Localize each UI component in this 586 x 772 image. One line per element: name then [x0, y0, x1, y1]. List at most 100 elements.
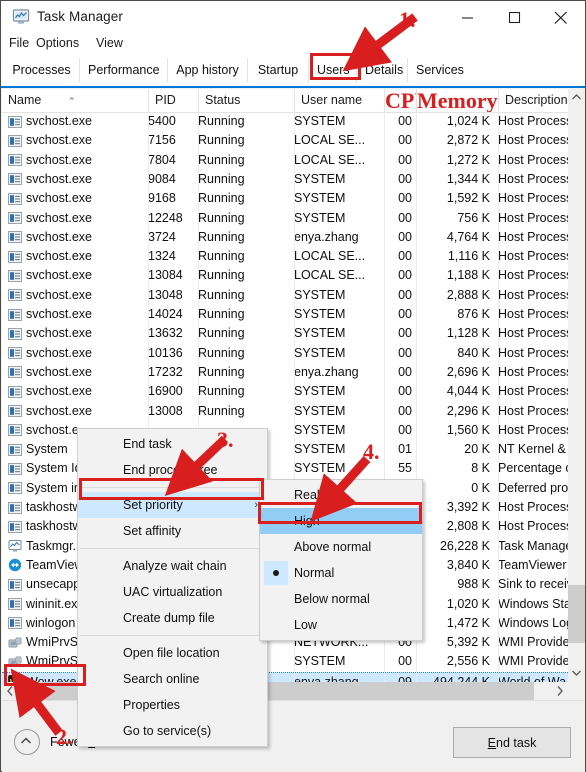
process-description: Host Process: [498, 191, 570, 206]
context-menu-item-end-task[interactable]: End task: [78, 431, 267, 457]
table-row[interactable]: svchost.exe 7156 Running LOCAL SE... 00 2,872…: [2, 131, 570, 150]
menu-options[interactable]: Options: [36, 36, 79, 50]
table-row[interactable]: svchost.exe 16900 Running SYSTEM 00 4,044 K Ho…: [2, 382, 570, 401]
process-memory: 3,392 K: [446, 500, 490, 514]
table-row[interactable]: svchost.exe 13632 Running SYSTEM 00 1,128 K Ho…: [2, 324, 570, 343]
tab-label: App history: [176, 63, 239, 77]
context-menu-item-create-dump-file[interactable]: Create dump file: [78, 605, 267, 631]
process-status: Running: [198, 133, 245, 148]
close-button[interactable]: [538, 1, 584, 34]
process-user: enya.zhang: [294, 674, 359, 682]
context-menu-item-label: Create dump file: [123, 611, 215, 625]
process-pid: 13632: [148, 326, 183, 341]
context-menu-item-end-process-tree[interactable]: End process tree: [78, 457, 267, 483]
context-menu-item-set-priority[interactable]: Set priority ›: [78, 492, 267, 518]
tab-label: Users: [317, 63, 350, 77]
tab-services[interactable]: Services: [407, 58, 464, 83]
process-pid: 3724: [148, 229, 176, 244]
process-pid: 13048: [148, 287, 183, 302]
priority-submenu[interactable]: Realtime High Above normal Normal Below norm…: [259, 479, 423, 641]
priority-option-label: Realtime: [294, 488, 344, 502]
scroll-up-icon[interactable]: [568, 89, 585, 106]
column-header-cpu[interactable]: CPU: [384, 89, 416, 112]
scroll-right-icon[interactable]: [551, 682, 568, 700]
table-row[interactable]: svchost.exe 13048 Running SYSTEM 00 2,888 K Ho…: [2, 286, 570, 305]
scroll-down-icon[interactable]: [568, 665, 585, 682]
table-row[interactable]: svchost.exe 5400 Running SYSTEM 00 1,024 K Hos…: [2, 112, 570, 131]
tab-app-history[interactable]: App history: [167, 58, 247, 83]
process-name: svchost.exe: [26, 249, 93, 264]
tab-users[interactable]: Users: [308, 58, 356, 83]
process-cpu: 00: [398, 171, 412, 186]
process-memory: 4,764 K: [446, 229, 490, 244]
context-menu-item-set-affinity[interactable]: Set affinity: [78, 518, 267, 544]
end-task-button[interactable]: End task: [453, 727, 571, 758]
process-memory: 876 K: [457, 307, 490, 321]
process-name: svchost.exe: [26, 345, 93, 360]
column-header-pid[interactable]: PID: [148, 89, 198, 112]
column-header-description[interactable]: Description: [498, 89, 568, 112]
priority-option-low[interactable]: Low: [260, 612, 422, 638]
table-row[interactable]: svchost.exe 14024 Running SYSTEM 00 876 K Host…: [2, 305, 570, 324]
context-menu-item-properties[interactable]: Properties: [78, 692, 267, 718]
process-user: SYSTEM: [294, 114, 346, 128]
context-menu-item-go-to-service-s[interactable]: Go to service(s): [78, 718, 267, 744]
tab-label: Details: [365, 63, 404, 77]
table-row[interactable]: svchost.exe 13008 Running SYSTEM 00 2,296 K Ho…: [2, 402, 570, 421]
tab-processes[interactable]: Processes: [4, 58, 79, 83]
table-row[interactable]: svchost.exe 1324 Running LOCAL SE... 00 1,116…: [2, 247, 570, 266]
context-menu-item-open-file-location[interactable]: Open file location: [78, 640, 267, 666]
column-header-name[interactable]: Name ⌃: [2, 89, 148, 112]
table-row[interactable]: svchost.exe 10136 Running SYSTEM 00 840 K Host…: [2, 344, 570, 363]
table-row[interactable]: svchost.exe 9168 Running SYSTEM 00 1,592 K Hos…: [2, 189, 570, 208]
priority-option-high[interactable]: High: [260, 508, 422, 534]
priority-option-below-normal[interactable]: Below normal: [260, 586, 422, 612]
tab-startup[interactable]: Startup: [247, 58, 308, 83]
table-row[interactable]: svchost.exe 12248 Running SYSTEM 00 756 K Host…: [2, 209, 570, 228]
menu-view[interactable]: View: [96, 36, 123, 50]
context-menu-item-search-online[interactable]: Search online: [78, 666, 267, 692]
table-row[interactable]: svchost.exe 9084 Running SYSTEM 00 1,344 K Hos…: [2, 170, 570, 189]
process-description: Host Process: [498, 152, 570, 167]
vertical-scrollbar[interactable]: [568, 89, 585, 682]
minimize-button[interactable]: [445, 1, 491, 34]
table-row[interactable]: svchost.exe 7804 Running LOCAL SE... 00 1,272…: [2, 151, 570, 170]
column-header-user-name[interactable]: User name: [294, 89, 384, 112]
column-header-status[interactable]: Status: [198, 89, 294, 112]
process-pid: 5400: [148, 114, 176, 128]
scroll-left-icon[interactable]: [2, 682, 19, 700]
tab-strip: Processes Performance App history Startup Us…: [1, 54, 585, 88]
priority-option-above-normal[interactable]: Above normal: [260, 534, 422, 560]
context-menu[interactable]: End task End process tree Set priority › Set…: [77, 428, 268, 747]
column-header-memory-p[interactable]: Memory (p...: [416, 89, 498, 112]
chevron-up-icon: [14, 729, 40, 755]
table-row[interactable]: svchost.exe 13084 Running LOCAL SE... 00 1,18…: [2, 266, 570, 285]
context-menu-item-analyze-wait-chain[interactable]: Analyze wait chain: [78, 553, 267, 579]
exe-icon: [8, 443, 22, 457]
context-menu-item-uac-virtualization[interactable]: UAC virtualization: [78, 579, 267, 605]
vertical-scrollbar-thumb[interactable]: [568, 585, 585, 643]
priority-option-normal[interactable]: Normal: [260, 560, 422, 586]
table-row[interactable]: svchost.exe 17232 Running enya.zhang 00 2,696…: [2, 363, 570, 382]
process-description: Host Process: [498, 268, 570, 283]
process-description: Host Process: [498, 500, 570, 514]
tab-details[interactable]: Details: [356, 58, 407, 83]
process-cpu: 00: [398, 133, 412, 148]
maximize-button[interactable]: [492, 1, 538, 34]
context-menu-item-label: Search online: [123, 672, 200, 686]
process-user: LOCAL SE...: [294, 249, 366, 264]
exe-icon: [8, 211, 22, 225]
tab-performance[interactable]: Performance: [79, 58, 167, 83]
process-name: svchost.exe: [26, 171, 93, 186]
priority-option-realtime[interactable]: Realtime: [260, 482, 422, 508]
process-memory: 1,188 K: [446, 268, 490, 283]
process-description: Host Process: [498, 364, 570, 379]
tab-label: Performance: [88, 63, 160, 77]
process-description: Windows Log: [498, 615, 570, 630]
column-header-label: Name: [8, 93, 42, 107]
exe-icon: [8, 327, 22, 341]
table-row[interactable]: svchost.exe 3724 Running enya.zhang 00 4,764 …: [2, 228, 570, 247]
menu-file[interactable]: File: [9, 36, 29, 50]
process-user: SYSTEM: [294, 442, 346, 457]
context-menu-item-label: End process tree: [123, 463, 218, 477]
